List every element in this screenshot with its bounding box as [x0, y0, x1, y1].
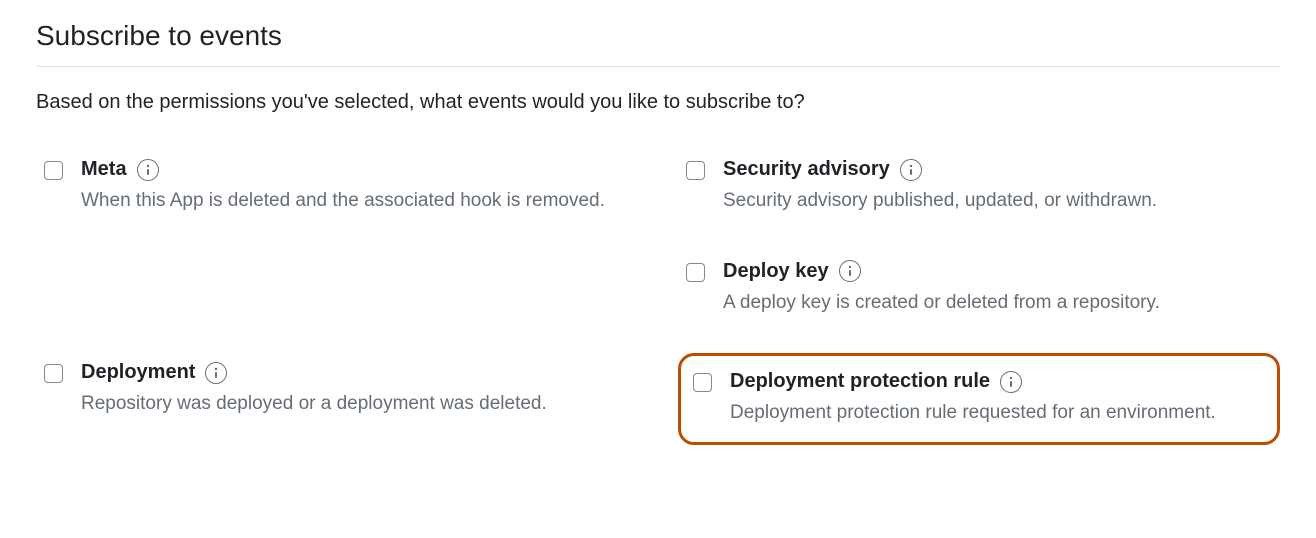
section-divider — [36, 66, 1280, 67]
event-desc-security-advisory: Security advisory published, updated, or… — [723, 187, 1272, 216]
event-content: Deploy key A deploy key is created or de… — [723, 260, 1272, 318]
event-title-deployment: Deployment — [81, 361, 195, 384]
checkbox-deployment-protection-rule[interactable] — [693, 373, 712, 392]
event-item-deployment: Deployment Repository was deployed or a … — [36, 353, 638, 445]
event-item-security-advisory: Security advisory Security advisory publ… — [678, 150, 1280, 224]
event-desc-deployment: Repository was deployed or a deployment … — [81, 390, 630, 419]
info-icon[interactable] — [137, 159, 159, 181]
section-title: Subscribe to events — [36, 20, 1280, 52]
info-icon[interactable] — [205, 362, 227, 384]
event-header: Security advisory — [723, 158, 1272, 181]
event-content: Deployment Repository was deployed or a … — [81, 361, 630, 419]
event-header: Deployment protection rule — [730, 370, 1265, 393]
event-item-deploy-key: Deploy key A deploy key is created or de… — [678, 252, 1280, 326]
event-desc-meta: When this App is deleted and the associa… — [81, 187, 630, 216]
checkbox-deployment[interactable] — [44, 364, 63, 383]
checkbox-meta[interactable] — [44, 161, 63, 180]
info-icon[interactable] — [900, 159, 922, 181]
event-title-meta: Meta — [81, 158, 127, 181]
event-content: Deployment protection rule Deployment pr… — [730, 370, 1265, 428]
event-title-deploy-key: Deploy key — [723, 260, 829, 283]
info-icon[interactable] — [1000, 371, 1022, 393]
checkbox-security-advisory[interactable] — [686, 161, 705, 180]
event-title-security-advisory: Security advisory — [723, 158, 890, 181]
checkbox-deploy-key[interactable] — [686, 263, 705, 282]
event-desc-deployment-protection-rule: Deployment protection rule requested for… — [730, 399, 1265, 428]
events-grid: Meta When this App is deleted and the as… — [36, 150, 1280, 445]
event-header: Deploy key — [723, 260, 1272, 283]
event-content: Meta When this App is deleted and the as… — [81, 158, 630, 216]
info-icon[interactable] — [839, 260, 861, 282]
event-item-meta: Meta When this App is deleted and the as… — [36, 150, 638, 224]
event-item-deployment-protection-rule: Deployment protection rule Deployment pr… — [678, 353, 1280, 445]
event-title-deployment-protection-rule: Deployment protection rule — [730, 370, 990, 393]
event-header: Deployment — [81, 361, 630, 384]
section-description: Based on the permissions you've selected… — [36, 91, 1280, 114]
event-desc-deploy-key: A deploy key is created or deleted from … — [723, 289, 1272, 318]
event-content: Security advisory Security advisory publ… — [723, 158, 1272, 216]
event-header: Meta — [81, 158, 630, 181]
